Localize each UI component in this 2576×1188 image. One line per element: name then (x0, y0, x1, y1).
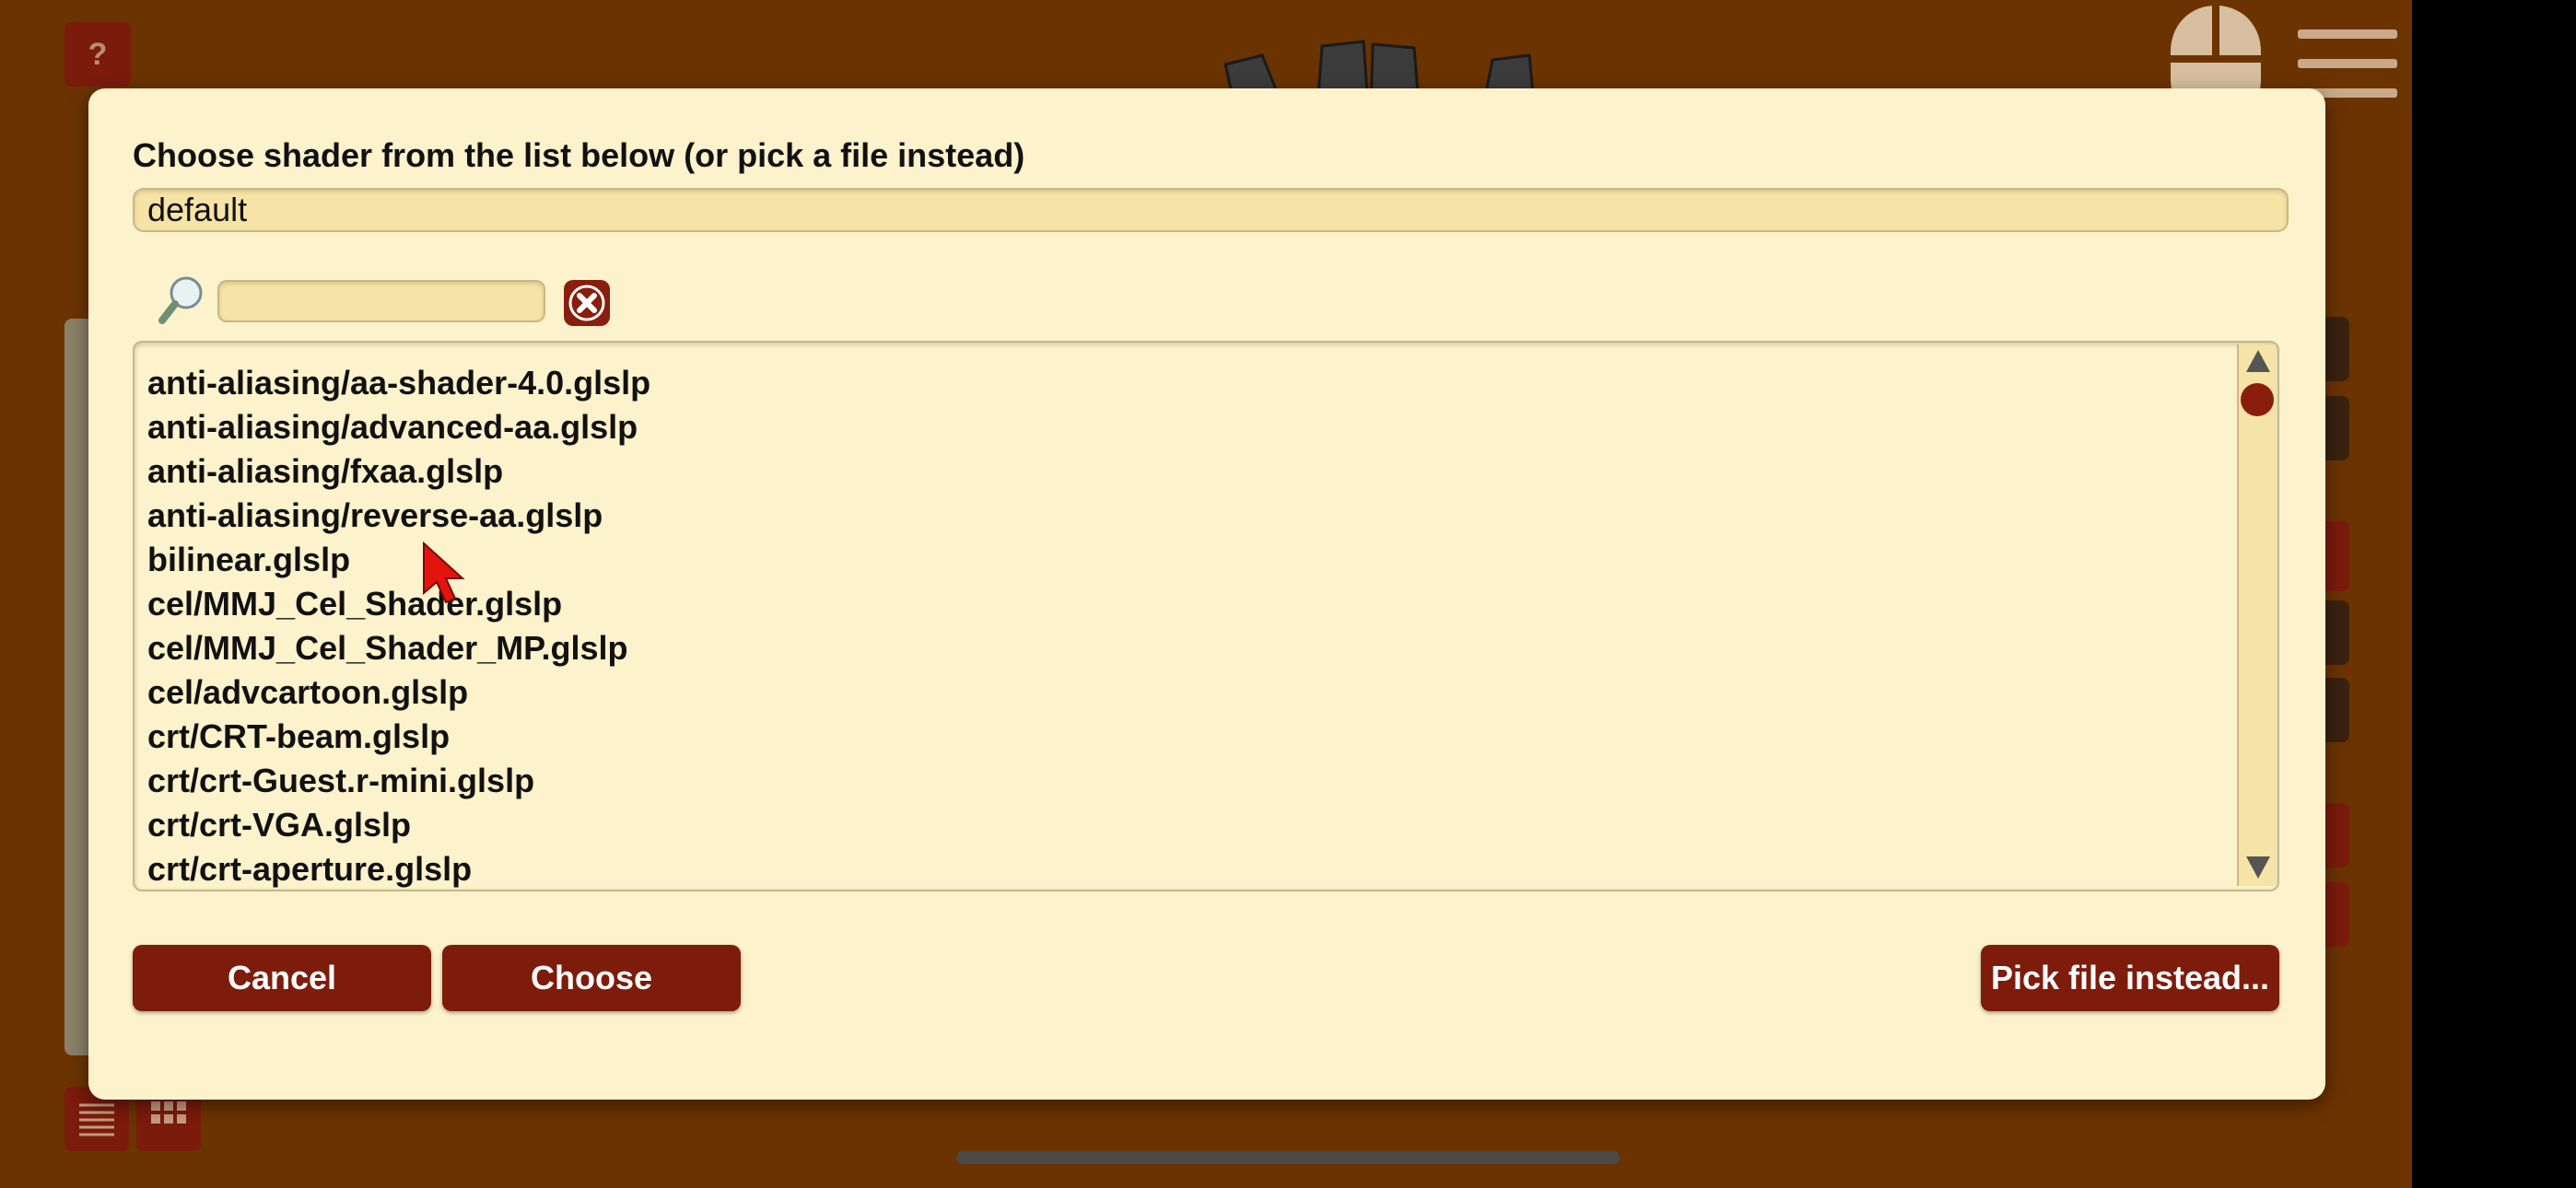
close-icon (568, 285, 605, 321)
selected-shader-field[interactable]: default (133, 188, 2289, 232)
home-indicator[interactable] (956, 1151, 1620, 1164)
scroll-down-arrow-icon[interactable] (2246, 856, 2270, 879)
list-item[interactable]: cel/advcartoon.glslp (147, 670, 650, 715)
scroll-up-arrow-icon[interactable] (2246, 350, 2270, 372)
pointer-cursor-icon (423, 542, 465, 604)
list-item[interactable]: crt/CRT-beam.glslp (147, 715, 650, 759)
scrollbar[interactable] (2237, 344, 2276, 886)
cancel-button[interactable]: Cancel (133, 945, 431, 1011)
help-button[interactable]: ? (64, 22, 131, 87)
list-item[interactable]: anti-aliasing/advanced-aa.glslp (147, 405, 650, 449)
choose-button[interactable]: Choose (442, 945, 741, 1011)
pick-file-button[interactable]: Pick file instead... (1981, 945, 2279, 1011)
screen-edge (2412, 0, 2576, 1188)
list-item[interactable]: anti-aliasing/aa-shader-4.0.glslp (147, 361, 650, 405)
list-item[interactable]: bilinear.glslp (147, 538, 650, 582)
list-item[interactable]: crt/crt-VGA.glslp (147, 803, 650, 847)
dialog-prompt: Choose shader from the list below (or pi… (133, 136, 1025, 174)
list-item[interactable]: anti-aliasing/reverse-aa.glslp (147, 494, 650, 538)
search-icon (158, 276, 203, 324)
list-item[interactable]: crt/crt-Guest.r-mini.glslp (147, 759, 650, 803)
shader-list[interactable]: anti-aliasing/aa-shader-4.0.glslp anti-a… (133, 341, 2279, 891)
list-item[interactable]: cel/MMJ_Cel_Shader_MP.glslp (147, 626, 650, 670)
search-input[interactable] (217, 280, 545, 322)
list-item[interactable]: crt/crt-aperture.glslp (147, 847, 650, 890)
list-item[interactable]: anti-aliasing/fxaa.glslp (147, 449, 650, 494)
list-item[interactable]: cel/MMJ_Cel_Shader.glslp (147, 582, 650, 626)
scrollbar-thumb[interactable] (2241, 383, 2274, 416)
clear-search-button[interactable] (564, 280, 610, 326)
